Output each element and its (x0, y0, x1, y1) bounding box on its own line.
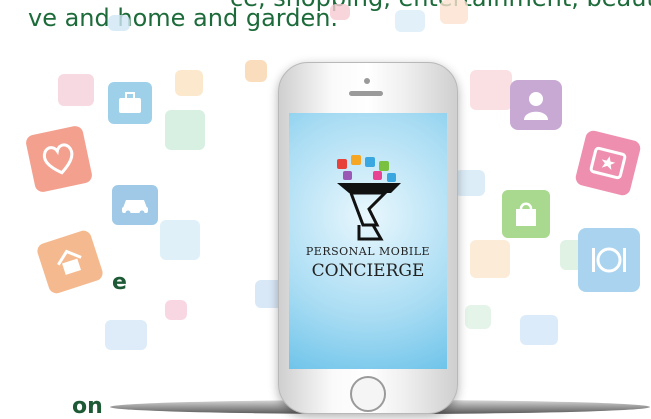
house-icon (35, 228, 105, 296)
decor-tile (245, 60, 267, 82)
heart-icon (24, 124, 94, 194)
intro-line-2: ve and home and garden. (28, 4, 339, 32)
decor-tile (58, 74, 94, 106)
decor-tile (470, 70, 512, 110)
decor-tile (175, 70, 203, 96)
suitcase-icon (108, 82, 152, 124)
decor-tile (440, 0, 468, 24)
decor-tile (465, 305, 491, 329)
decor-tile (330, 4, 350, 20)
camera-icon (364, 78, 370, 84)
phone-screen: PERSONAL MOBILE CONCIERGE (289, 113, 447, 369)
decor-tile (455, 170, 485, 196)
speaker-grille (349, 91, 383, 96)
decor-tile (165, 110, 205, 150)
decor-tile (165, 300, 187, 320)
cut-heading-fragment-2: on (72, 394, 103, 419)
decor-tile (105, 320, 147, 350)
person-icon (510, 80, 562, 130)
logo-line-2: CONCIERGE (311, 261, 425, 281)
shopping-bag-icon (502, 190, 550, 238)
star-icon (574, 129, 642, 197)
decor-tile (395, 10, 425, 32)
decor-tile (160, 220, 200, 260)
car-icon (112, 185, 158, 225)
decor-tile (520, 315, 558, 345)
logo-line-1: PERSONAL MOBILE (305, 245, 431, 258)
home-button (350, 376, 386, 412)
intro-text: ce, shopping, entertainment, beauty, ve … (0, 0, 651, 44)
decor-tile (470, 240, 510, 278)
concierge-logo-icon (337, 155, 401, 241)
smartphone: PERSONAL MOBILE CONCIERGE (278, 62, 458, 414)
dining-icon (578, 228, 640, 292)
decor-tile (108, 15, 130, 31)
cut-heading-fragment-1: e (112, 270, 127, 295)
